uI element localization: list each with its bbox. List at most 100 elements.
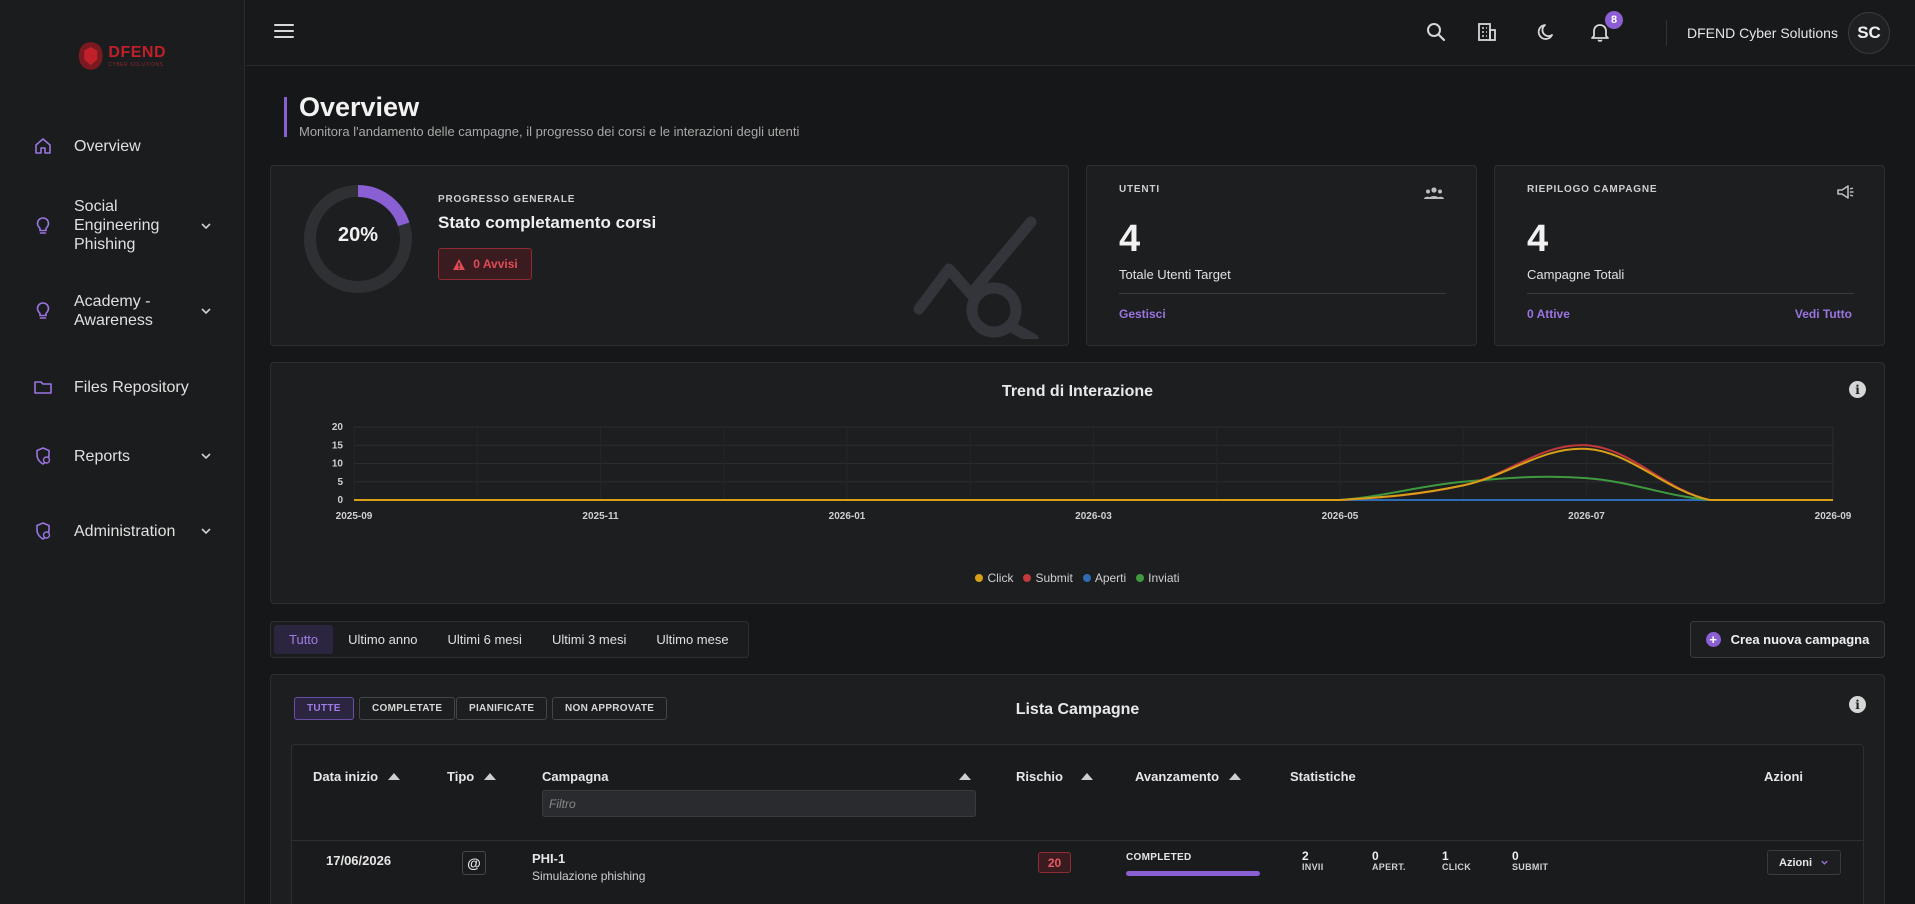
legend-dot [1136, 574, 1145, 582]
column-label: Campagna [542, 769, 609, 784]
page-title: Overview [299, 92, 420, 122]
row-campaign-name[interactable]: PHI-1 [532, 851, 565, 866]
row-status: COMPLETED [1126, 852, 1192, 863]
sidebar-item-administration[interactable]: Administration [0, 519, 245, 543]
x-tick-label: 2026-01 [829, 511, 866, 522]
x-tick-label: 2026-05 [1322, 511, 1359, 522]
sort-icon[interactable] [959, 773, 971, 780]
title-accent [284, 97, 287, 137]
card-divider [1119, 293, 1446, 294]
chevron-down-icon [201, 453, 211, 460]
manage-users-link[interactable]: Gestisci [1119, 307, 1166, 321]
list-title: Lista Campagne [1015, 701, 1140, 718]
y-tick-label: 20 [332, 422, 344, 433]
create-campaign-button[interactable]: + Crea nuova campagna [1690, 621, 1885, 658]
sidebar-item-overview[interactable]: Overview [0, 134, 245, 158]
warnings-label: 0 Avvisi [473, 257, 518, 271]
stat-sent: 2 INVII [1302, 849, 1324, 873]
page-subtitle: Monitora l'andamento delle campagne, il … [299, 124, 800, 139]
campaign-filter-input[interactable] [542, 790, 976, 817]
sidebar-item-social-engineering[interactable]: Social Engineering Phishing [0, 196, 245, 256]
column-header-date: Data inizio [313, 769, 401, 784]
chevron-down-icon [201, 308, 211, 315]
organization-name[interactable]: DFEND Cyber Solutions [1687, 25, 1838, 41]
search-icon[interactable] [1425, 21, 1447, 43]
brand-tagline: CYBER SOLUTIONS [108, 61, 164, 68]
active-campaigns-link[interactable]: 0 Attive [1527, 307, 1570, 321]
plus-icon: + [1705, 632, 1721, 647]
users-count: 4 [1119, 218, 1141, 260]
progress-title: Stato completamento corsi [438, 213, 657, 232]
campaign-table: Data inizio Tipo Campagna Rischio Avanza… [291, 744, 1864, 904]
period-last-3-months[interactable]: Ultimi 3 mesi [537, 625, 641, 654]
chart-legend: Click Submit Aperti Inviati [271, 571, 1884, 585]
column-label: Tipo [447, 769, 475, 784]
legend-label: Aperti [1094, 571, 1127, 585]
stat-click: 1 CLICK [1442, 849, 1471, 873]
sidebar-item-files-repository[interactable]: Files Repository [0, 375, 245, 399]
row-actions-button[interactable]: Azioni [1767, 850, 1841, 875]
interaction-trend-card: Trend di Interazione i 20 15 10 5 0 2025-09 20… [270, 362, 1885, 604]
home-icon [32, 135, 54, 157]
x-tick-label: 2026-07 [1568, 511, 1605, 522]
period-last-6-months[interactable]: Ultimi 6 mesi [433, 625, 537, 654]
stat-submit: 0 SUBMIT [1512, 849, 1549, 873]
sidebar-item-academy[interactable]: Academy - Awareness [0, 291, 245, 331]
legend-item-submit[interactable]: Submit [1023, 571, 1073, 585]
legend-item-aperti[interactable]: Aperti [1082, 571, 1127, 585]
sort-icon[interactable] [1229, 773, 1242, 780]
y-tick-label: 5 [337, 477, 343, 488]
stat-label: INVII [1302, 862, 1324, 873]
table-divider [292, 840, 1863, 841]
brand-logo[interactable]: DFEND CYBER SOLUTIONS [76, 38, 166, 74]
view-all-link[interactable]: Vedi Tutto [1795, 307, 1852, 321]
stat-label: SUBMIT [1512, 862, 1549, 873]
sidebar-item-label: Social Engineering Phishing [74, 198, 160, 253]
sort-icon[interactable] [1080, 773, 1093, 780]
topbar-divider [1666, 20, 1667, 46]
legend-dot [975, 574, 984, 582]
folder-icon [32, 376, 54, 398]
period-last-year[interactable]: Ultimo anno [333, 625, 432, 654]
legend-dot [1023, 574, 1032, 582]
campaigns-micro-label: RIEPILOGO CAMPAGNE [1527, 184, 1658, 195]
legend-label: Inviati [1148, 571, 1180, 585]
warnings-button[interactable]: 0 Avvisi [438, 248, 532, 280]
trend-chart: 20 15 10 5 0 2025-09 2025-11 2026-01 2026-03 2026… [332, 422, 1852, 522]
sidebar-item-label: Reports [74, 447, 131, 465]
period-all[interactable]: Tutto [274, 625, 334, 654]
column-label: Rischio [1016, 769, 1063, 784]
sort-icon[interactable] [388, 773, 401, 780]
x-tick-label: 2025-11 [582, 511, 619, 522]
legend-item-click[interactable]: Click [975, 571, 1013, 585]
row-campaign-desc: Simulazione phishing [532, 869, 646, 883]
stat-opened: 0 APERT. [1372, 849, 1406, 873]
y-tick-label: 10 [332, 459, 344, 470]
info-icon[interactable]: i [1849, 696, 1866, 713]
column-label: Avanzamento [1135, 769, 1220, 784]
shield-gear-icon [32, 520, 54, 542]
column-header-risk: Rischio [1016, 769, 1093, 784]
moon-icon[interactable] [1536, 21, 1558, 43]
x-tick-label: 2025-09 [336, 511, 373, 522]
campaigns-count: 4 [1527, 218, 1549, 260]
status-progress-fill [1126, 871, 1260, 876]
chevron-down-icon [1821, 860, 1828, 865]
users-group-icon [1424, 187, 1444, 199]
menu-toggle-icon[interactable] [274, 24, 294, 40]
sidebar-item-reports[interactable]: Reports [0, 444, 245, 468]
sidebar: DFEND CYBER SOLUTIONS Overview Social En… [0, 0, 245, 904]
legend-item-inviati[interactable]: Inviati [1136, 571, 1180, 585]
sidebar-item-label: Administration [74, 522, 176, 540]
y-tick-label: 15 [332, 440, 344, 451]
sort-icon[interactable] [484, 773, 497, 780]
x-tick-label: 2026-09 [1815, 511, 1852, 522]
legend-label: Submit [1035, 571, 1073, 585]
avatar[interactable]: SC [1848, 12, 1890, 54]
building-icon[interactable] [1476, 21, 1498, 43]
column-header-stats: Statistiche [1290, 769, 1356, 784]
risk-badge: 20 [1038, 852, 1071, 873]
y-tick-label: 0 [337, 495, 343, 506]
status-progress-bar [1126, 871, 1260, 876]
period-last-month[interactable]: Ultimo mese [641, 625, 743, 654]
